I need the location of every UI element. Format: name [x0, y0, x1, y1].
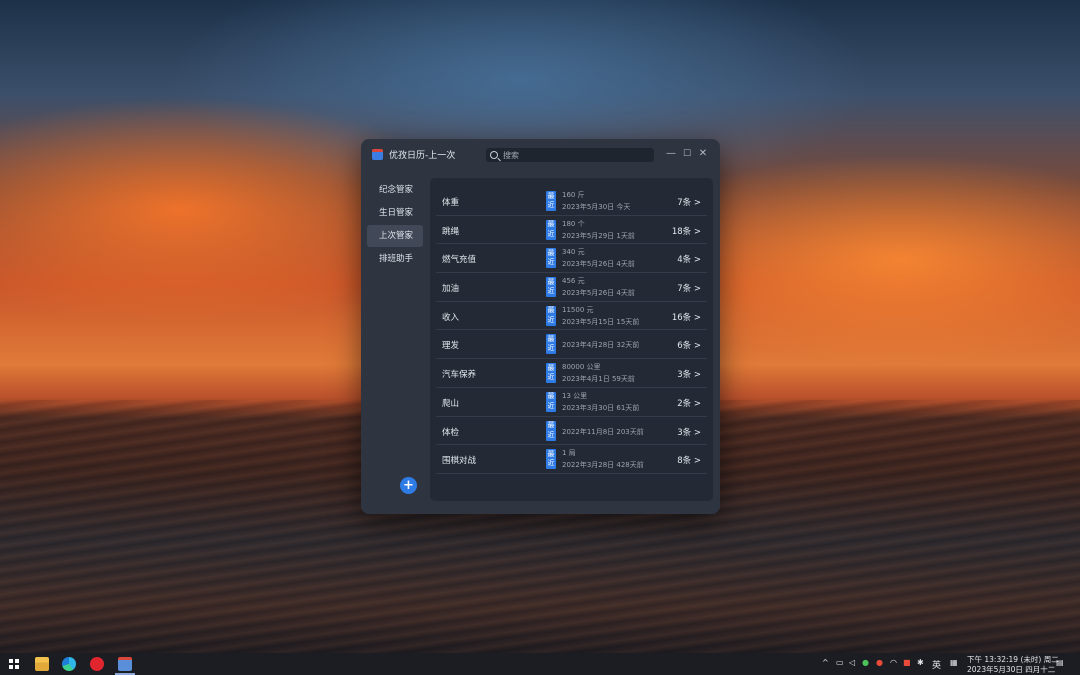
recent-badge: 最近 — [546, 363, 556, 384]
volume-icon[interactable]: ◁ — [849, 658, 855, 667]
sidebar-item-last-time[interactable]: 上次管家 — [367, 225, 423, 247]
network-icon[interactable]: ◠ — [890, 658, 897, 667]
notification-icon[interactable]: ▤ — [1056, 658, 1064, 667]
list-item[interactable]: 收入 最近 11500 元 2023年5月15日 15天前 16条 > — [436, 302, 707, 331]
search-icon — [490, 151, 498, 159]
file-explorer-icon[interactable] — [35, 657, 49, 671]
chevron-up-icon[interactable]: ^ — [822, 658, 829, 667]
calendar-app-icon[interactable] — [115, 657, 135, 675]
list-item[interactable]: 燃气充值 最近 340 元 2023年5月26日 4天前 4条 > — [436, 244, 707, 274]
list-item[interactable]: 跳绳 最近 180 个 2023年5月29日 1天前 18条 > — [436, 216, 707, 245]
record-value: 80000 公里 — [562, 363, 601, 372]
record-name: 爬山 — [442, 398, 460, 409]
recent-badge: 最近 — [546, 305, 556, 326]
record-value: 456 元 — [562, 277, 585, 286]
sidebar: 纪念管家 生日管家 上次管家 排班助手 — [367, 179, 423, 271]
record-value: 13 公里 — [562, 391, 588, 400]
window-title: 优孜日历-上一次 — [389, 151, 456, 161]
record-count[interactable]: 18条 > — [672, 225, 701, 237]
start-icon[interactable] — [9, 659, 19, 669]
record-name: 体重 — [442, 198, 460, 208]
maximize-button[interactable]: ☐ — [680, 147, 694, 161]
record-name: 燃气充值 — [442, 255, 477, 266]
bluetooth-icon[interactable]: ✱ — [917, 658, 924, 667]
recent-badge: 最近 — [546, 219, 556, 240]
list-item[interactable]: 汽车保养 最近 80000 公里 2023年4月1日 59天前 3条 > — [436, 359, 707, 388]
ime-indicator[interactable]: 英 — [932, 658, 941, 671]
record-count[interactable]: 8条 > — [677, 454, 701, 466]
record-date: 2023年4月28日 32天前 — [562, 341, 640, 350]
record-count[interactable]: 2条 > — [677, 397, 701, 409]
record-count[interactable]: 6条 > — [677, 339, 701, 351]
clock-date[interactable]: 2023年5月30日 四月十二 — [967, 664, 1055, 675]
sidebar-item-birthday[interactable]: 生日管家 — [367, 202, 423, 224]
battery-icon[interactable]: ▭ — [836, 658, 844, 667]
record-value: 180 个 — [562, 219, 585, 228]
sidebar-item-anniversary[interactable]: 纪念管家 — [367, 179, 423, 201]
record-date: 2022年11月8日 203天前 — [562, 427, 644, 436]
edge-icon[interactable] — [62, 657, 76, 671]
recent-badge: 最近 — [546, 191, 556, 211]
record-count[interactable]: 7条 > — [677, 282, 701, 294]
record-name: 体检 — [442, 427, 460, 438]
record-count[interactable]: 3条 > — [677, 368, 701, 380]
recent-badge: 最近 — [546, 391, 556, 412]
search-input[interactable] — [503, 150, 643, 160]
app-tray-icon[interactable]: ● — [876, 658, 883, 667]
record-date: 2022年3月28日 428天前 — [562, 461, 644, 470]
record-value: 1 局 — [562, 449, 576, 458]
record-name: 加油 — [442, 284, 460, 295]
record-date: 2023年3月30日 61天前 — [562, 403, 640, 412]
sidebar-item-shift-schedule[interactable]: 排班助手 — [367, 248, 423, 270]
list-item[interactable]: 体检 最近 2022年11月8日 203天前 3条 > — [436, 417, 707, 446]
taskbar: ^ ▭ ◁ ● ● ◠ ■ ✱ 英 ▦ 下午 13:32:19 (未时) 周二 … — [0, 653, 1080, 675]
record-name: 跳绳 — [442, 226, 460, 237]
recent-badge: 最近 — [546, 248, 556, 269]
minimize-button[interactable]: — — [664, 147, 678, 161]
record-name: 汽车保养 — [442, 370, 477, 381]
record-value: 11500 元 — [562, 305, 594, 314]
title-bar[interactable]: 优孜日历-上一次 — ☐ ✕ — [361, 139, 720, 171]
search-box[interactable] — [486, 148, 654, 162]
record-name: 理发 — [442, 341, 460, 352]
record-count[interactable]: 16条 > — [672, 311, 701, 323]
add-button[interactable]: + — [400, 477, 417, 494]
record-count[interactable]: 7条 > — [677, 196, 701, 208]
close-button[interactable]: ✕ — [696, 147, 710, 161]
security-icon[interactable]: ■ — [903, 658, 911, 667]
wechat-icon[interactable]: ● — [862, 658, 869, 667]
record-date: 2023年5月26日 4天前 — [562, 289, 635, 298]
record-date: 2023年4月1日 59天前 — [562, 375, 635, 384]
list-item[interactable]: 加油 最近 456 元 2023年5月26日 4天前 7条 > — [436, 273, 707, 302]
app-window: 优孜日历-上一次 — ☐ ✕ 纪念管家 生日管家 上次管家 排班助手 + 体重 … — [361, 139, 720, 514]
calendar-app-icon — [372, 149, 383, 160]
record-value: 160 斤 — [562, 191, 585, 199]
record-count[interactable]: 4条 > — [677, 253, 701, 265]
netease-music-icon[interactable] — [90, 657, 104, 671]
keyboard-icon[interactable]: ▦ — [950, 658, 958, 667]
record-name: 收入 — [442, 312, 460, 323]
recent-badge: 最近 — [546, 334, 556, 355]
record-value: 340 元 — [562, 248, 585, 257]
record-date: 2023年5月30日 今天 — [562, 203, 631, 211]
record-name: 围棋对战 — [442, 456, 477, 467]
list-item[interactable]: 理发 最近 2023年4月28日 32天前 6条 > — [436, 330, 707, 360]
records-list: 体重 最近 160 斤 2023年5月30日 今天 7条 > 跳绳 最近 180… — [436, 187, 707, 474]
record-date: 2023年5月15日 15天前 — [562, 317, 640, 326]
record-date: 2023年5月26日 4天前 — [562, 260, 635, 269]
recent-badge: 最近 — [546, 277, 556, 298]
list-item[interactable]: 体重 最近 160 斤 2023年5月30日 今天 7条 > — [436, 187, 707, 216]
records-panel: 体重 最近 160 斤 2023年5月30日 今天 7条 > 跳绳 最近 180… — [430, 178, 713, 501]
record-count[interactable]: 3条 > — [677, 426, 701, 438]
list-item[interactable]: 围棋对战 最近 1 局 2022年3月28日 428天前 8条 > — [436, 445, 707, 474]
recent-badge: 最近 — [546, 420, 556, 441]
recent-badge: 最近 — [546, 449, 556, 470]
record-date: 2023年5月29日 1天前 — [562, 231, 635, 240]
list-item[interactable]: 爬山 最近 13 公里 2023年3月30日 61天前 2条 > — [436, 388, 707, 417]
